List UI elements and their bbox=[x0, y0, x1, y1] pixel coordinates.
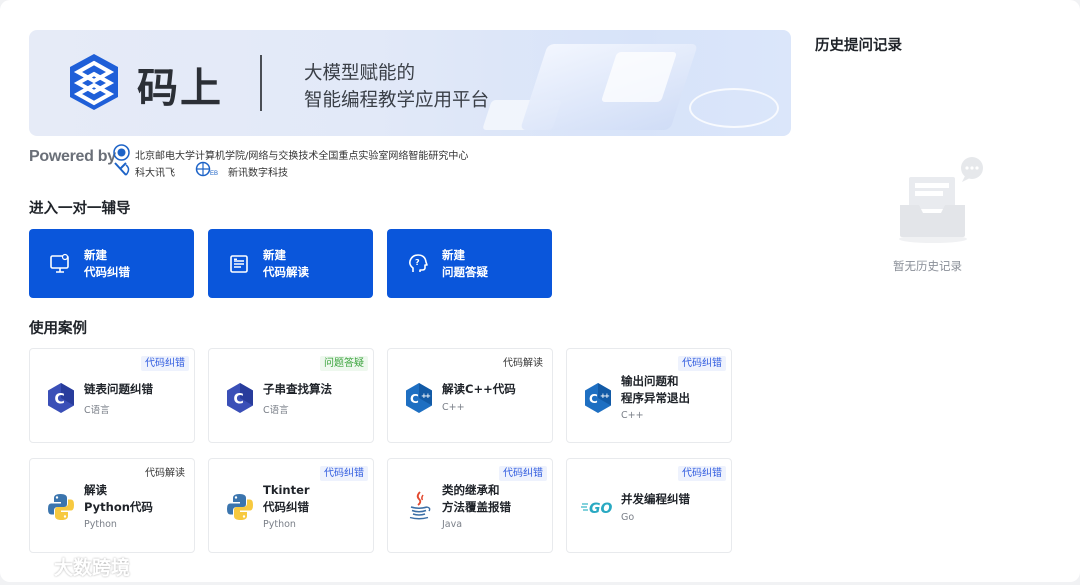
bupt-logo-icon bbox=[113, 144, 130, 161]
slogan-line-2: 智能编程教学应用平台 bbox=[304, 90, 490, 111]
case-language: Python bbox=[263, 519, 296, 530]
org-bupt: 北京邮电大学计算机学院/网络与交换技术全国重点实验室网络智能研究中心 bbox=[135, 151, 469, 162]
case-title: 子串查找算法 bbox=[263, 382, 332, 396]
case-title: 输出问题和 程序异常退出 bbox=[621, 374, 690, 405]
case-tag: 代码纠错 bbox=[678, 356, 726, 371]
new-code-interpretation-button[interactable]: 新建 代码解读 bbox=[208, 229, 373, 298]
case-language: C语言 bbox=[263, 405, 289, 416]
case-card-go-concurrency[interactable]: 代码纠错 GO 并发编程纠错 Go bbox=[566, 458, 732, 553]
svg-text:C: C bbox=[410, 392, 419, 406]
case-tag: 代码纠错 bbox=[678, 466, 726, 481]
case-card-output-issue[interactable]: 代码纠错 C + + 输出问题和 程序异常退出 C++ bbox=[566, 348, 732, 443]
history-title: 历史提问记录 bbox=[815, 38, 902, 54]
case-tag: 代码纠错 bbox=[320, 466, 368, 481]
cases-section-title: 使用案例 bbox=[29, 321, 87, 337]
case-language: Go bbox=[621, 512, 635, 523]
case-language: Java bbox=[442, 519, 463, 530]
hero-banner: 码上 大模型赋能的 智能编程教学应用平台 bbox=[29, 30, 791, 136]
case-title: 链表问题纠错 bbox=[84, 382, 153, 396]
svg-text:C: C bbox=[234, 392, 244, 408]
new-qa-button[interactable]: ? 新建 问题答疑 bbox=[387, 229, 552, 298]
c-language-icon: C bbox=[48, 383, 74, 413]
svg-text:EB: EB bbox=[210, 171, 218, 177]
case-language: C++ bbox=[442, 402, 465, 413]
mashang-logo-icon bbox=[70, 54, 118, 110]
monitor-icon bbox=[50, 253, 69, 273]
org-xinxun: 新讯数字科技 bbox=[228, 168, 288, 179]
case-card-substring-search[interactable]: 问题答疑 C 子串查找算法 C语言 bbox=[208, 348, 374, 443]
case-card-tkinter[interactable]: 代码纠错 Tkinter 代码纠错 Python bbox=[208, 458, 374, 553]
case-tag: 代码解读 bbox=[503, 358, 543, 369]
case-language: C++ bbox=[621, 410, 644, 421]
python-icon bbox=[227, 494, 253, 520]
button-label: 新建 代码解读 bbox=[263, 248, 309, 279]
history-empty-text: 暂无历史记录 bbox=[893, 259, 962, 273]
empty-inbox-icon bbox=[899, 157, 983, 243]
go-icon: GO bbox=[581, 501, 612, 517]
watermark-text: 大数跨境 bbox=[54, 557, 131, 579]
case-card-linked-list[interactable]: 代码纠错 C 链表问题纠错 C语言 bbox=[29, 348, 195, 443]
svg-text:+: + bbox=[604, 392, 610, 400]
tutoring-section-title: 进入一对一辅导 bbox=[29, 201, 131, 217]
case-title: 解读 Python代码 bbox=[84, 483, 153, 514]
svg-text:C: C bbox=[589, 392, 598, 406]
new-code-correction-button[interactable]: 新建 代码纠错 bbox=[29, 229, 194, 298]
case-card-cpp-interpret[interactable]: 代码解读 C + + 解读C++代码 C++ bbox=[387, 348, 553, 443]
case-language: Python bbox=[84, 519, 117, 530]
logo-text: 码上 bbox=[137, 64, 223, 112]
case-tag: 代码纠错 bbox=[499, 466, 547, 481]
svg-text:+: + bbox=[425, 392, 431, 400]
case-title: 类的继承和 方法覆盖报错 bbox=[442, 483, 511, 514]
button-label: 新建 代码纠错 bbox=[84, 248, 130, 279]
svg-text:C: C bbox=[55, 392, 65, 408]
case-tag: 代码解读 bbox=[145, 468, 185, 479]
case-title: 并发编程纠错 bbox=[621, 492, 690, 506]
watermark-logo-icon bbox=[10, 554, 52, 572]
powered-by-label: Powered by bbox=[29, 148, 116, 165]
banner-decoration bbox=[689, 88, 779, 128]
case-language: C语言 bbox=[84, 405, 110, 416]
case-card-python-interpret[interactable]: 代码解读 解读 Python代码 Python bbox=[29, 458, 195, 553]
svg-text:?: ? bbox=[415, 258, 420, 267]
c-language-icon: C bbox=[227, 383, 253, 413]
logo-divider bbox=[260, 55, 262, 111]
slogan-line-1: 大模型赋能的 bbox=[304, 63, 416, 84]
python-icon bbox=[48, 494, 74, 520]
case-tag: 问题答疑 bbox=[320, 356, 368, 371]
case-card-java-inheritance[interactable]: 代码纠错 类的继承和 方法覆盖报错 Java bbox=[387, 458, 553, 553]
xinxun-logo-icon: EB bbox=[195, 161, 218, 177]
button-label: 新建 问题答疑 bbox=[442, 248, 488, 279]
java-icon bbox=[409, 491, 431, 520]
question-head-icon: ? bbox=[409, 254, 428, 272]
org-iflytek: 科大讯飞 bbox=[135, 168, 175, 179]
cpp-icon: C + + bbox=[585, 383, 611, 413]
document-icon bbox=[230, 255, 248, 273]
main-page: 码上 大模型赋能的 智能编程教学应用平台 Powered by 北京邮电大学计算… bbox=[0, 0, 1080, 582]
cpp-icon: C + + bbox=[406, 383, 432, 413]
case-title: 解读C++代码 bbox=[442, 382, 516, 396]
case-tag: 代码纠错 bbox=[141, 356, 189, 371]
svg-text:GO: GO bbox=[589, 501, 612, 517]
case-title: Tkinter 代码纠错 bbox=[263, 483, 310, 514]
iflytek-logo-icon bbox=[114, 162, 130, 176]
